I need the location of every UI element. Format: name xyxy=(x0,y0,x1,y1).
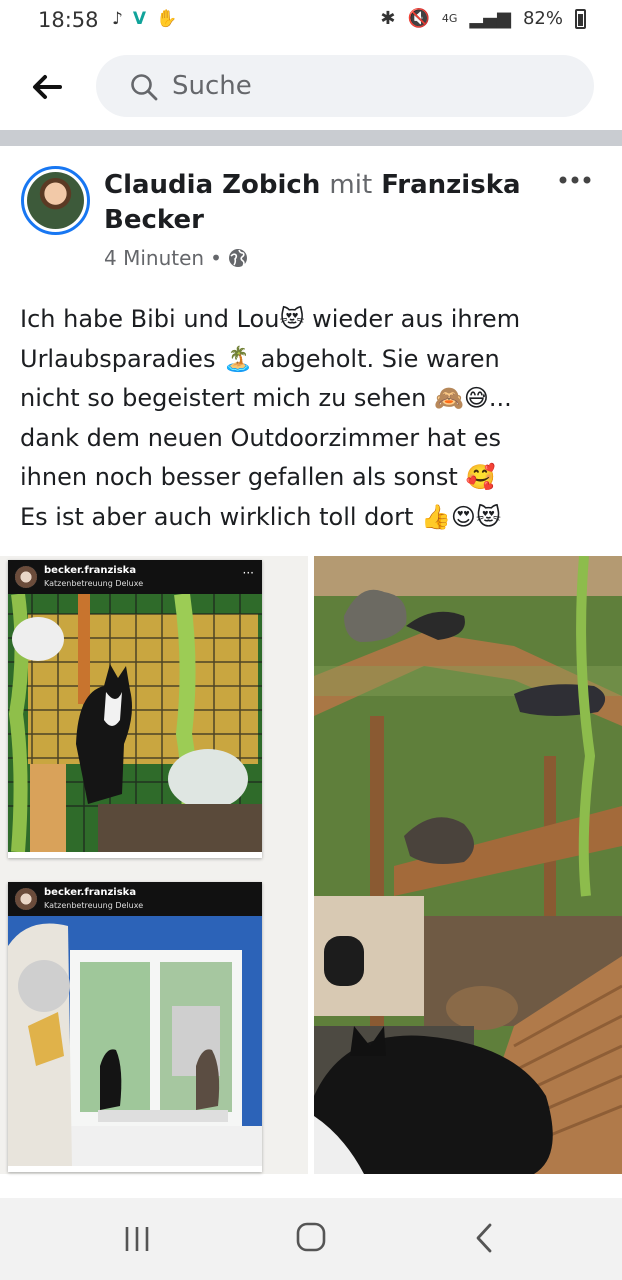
post-text-line: Ich habe Bibi und Lou😻 wieder aus ihrem xyxy=(20,305,521,333)
instagram-avatar xyxy=(15,888,37,910)
post-photos: becker.franziska Katzenbetreuung Deluxe … xyxy=(0,556,622,1174)
instagram-subtitle: Katzenbetreuung Deluxe xyxy=(44,579,144,588)
more-options-icon[interactable] xyxy=(558,170,592,190)
post-author-line: Claudia Zobich mit Franziska Becker xyxy=(104,168,534,238)
instagram-header: becker.franziska Katzenbetreuung Deluxe xyxy=(8,882,262,916)
meta-separator: • xyxy=(210,246,222,270)
post-photo-collage[interactable]: becker.franziska Katzenbetreuung Deluxe … xyxy=(0,556,308,1174)
status-bar: 18:58 ♪V✋ ✱ 🔇 4G ▂▄▆ 82% xyxy=(0,0,622,44)
instagram-username: becker.franziska xyxy=(44,887,137,898)
photo-cat-enclosure xyxy=(8,594,262,852)
v-icon: V xyxy=(132,9,157,29)
search-placeholder: Suche xyxy=(172,71,252,101)
recent-apps-icon[interactable] xyxy=(123,1226,151,1252)
mute-icon: 🔇 xyxy=(407,8,430,29)
status-system-icons: ✱ 🔇 4G ▂▄▆ 82% xyxy=(380,8,586,29)
instagram-embed: becker.franziska Katzenbetreuung Deluxe xyxy=(8,882,262,1172)
outdoor-enclosure-illustration xyxy=(314,556,622,1174)
post-photo-outdoor[interactable] xyxy=(314,556,622,1174)
photo-cats-window xyxy=(8,916,262,1166)
search-header: Suche xyxy=(0,44,622,130)
cat-enclosure-illustration xyxy=(8,594,262,852)
post-text-line: Es ist aber auch wirklich toll dort 👍😍😻 xyxy=(20,502,501,531)
instagram-header: becker.franziska Katzenbetreuung Deluxe … xyxy=(8,560,262,594)
feed-divider xyxy=(0,130,622,146)
back-arrow-icon[interactable] xyxy=(30,70,64,104)
nav-back-icon[interactable] xyxy=(474,1222,494,1254)
instagram-avatar xyxy=(15,566,37,588)
search-icon xyxy=(131,74,158,101)
post-text-line: ihnen noch besser gefallen als sonst 🥰 xyxy=(20,463,496,491)
status-time: 18:58 xyxy=(38,8,99,32)
home-icon[interactable] xyxy=(296,1222,326,1252)
author-name[interactable]: Claudia Zobich xyxy=(104,170,320,200)
post-time[interactable]: 4 Minuten xyxy=(104,246,204,270)
with-word: mit xyxy=(329,170,373,200)
status-app-icons: ♪V✋ xyxy=(112,9,187,29)
globe-icon xyxy=(228,249,247,267)
avatar-photo xyxy=(27,172,84,229)
instagram-embed: becker.franziska Katzenbetreuung Deluxe … xyxy=(8,560,262,858)
battery-percent: 82% xyxy=(522,8,563,29)
post-text: Ich habe Bibi und Lou😻 wieder aus ihrem … xyxy=(20,300,606,537)
hand-icon: ✋ xyxy=(156,9,188,29)
search-input[interactable]: Suche xyxy=(96,55,594,117)
signal-icon: ▂▄▆ xyxy=(469,8,511,29)
post-text-line: Urlaubsparadies 🏝️ abgeholt. Sie waren xyxy=(20,344,500,373)
bluetooth-icon: ✱ xyxy=(380,8,396,29)
system-nav-bar xyxy=(0,1198,622,1280)
post-text-line: dank dem neuen Outdoorzimmer hat es xyxy=(20,423,501,452)
post-card: Claudia Zobich mit Franziska Becker 4 Mi… xyxy=(0,146,622,1198)
instagram-username: becker.franziska xyxy=(44,565,137,576)
instagram-more-icon: ··· xyxy=(242,566,254,580)
network-label: 4G xyxy=(441,12,458,25)
tiktok-icon: ♪ xyxy=(112,9,133,29)
avatar[interactable] xyxy=(21,166,90,235)
post-text-line: nicht so begeistert mich zu sehen 🙈😅... xyxy=(20,384,512,412)
battery-icon xyxy=(575,8,586,29)
cats-window-illustration xyxy=(8,916,262,1166)
instagram-subtitle: Katzenbetreuung Deluxe xyxy=(44,901,144,910)
post-meta: 4 Minuten • xyxy=(104,246,248,270)
